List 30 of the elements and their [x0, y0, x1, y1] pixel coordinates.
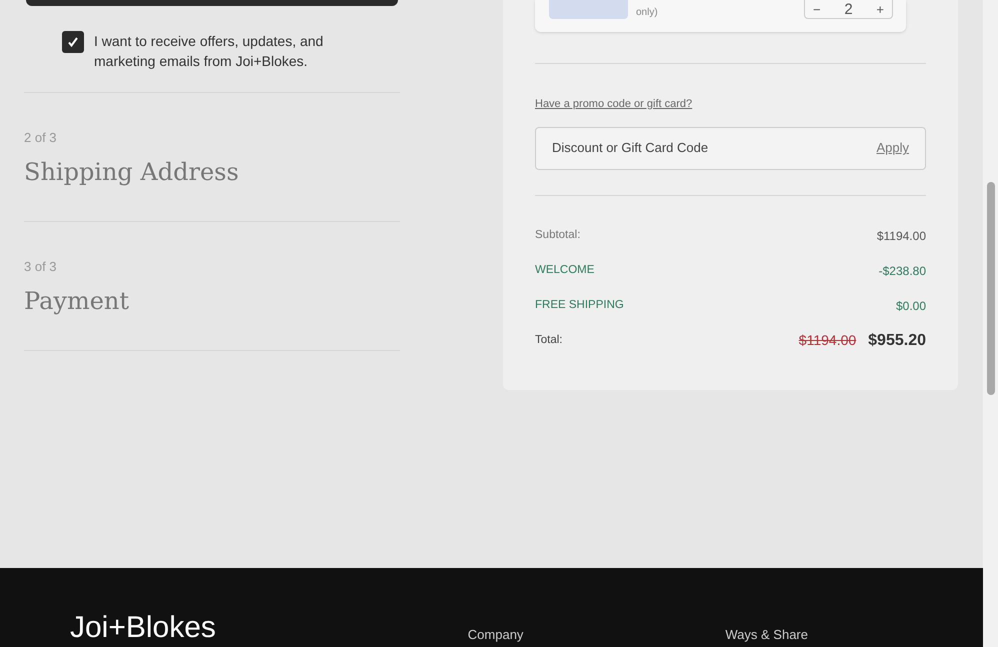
opt-in-label: I want to receive offers, updates, and marketing emails from Joi+Blokes. [94, 32, 324, 71]
summary-value: $1194.00 [876, 228, 926, 244]
scrollbar[interactable] [983, 0, 998, 647]
summary-value: -$238.80 [878, 262, 926, 280]
price-note: only) [636, 7, 658, 19]
original-price: $1194.00 [798, 331, 856, 350]
summary-label: WELCOME [535, 262, 594, 278]
footer-column-heading: Ways & Share [725, 627, 809, 643]
apply-link[interactable]: Apply [876, 138, 909, 158]
footer-column-heading: Company [468, 627, 524, 643]
discount-code-field[interactable]: Discount or Gift Card Code Apply [535, 126, 926, 170]
summary-label: Subtotal: [535, 228, 580, 243]
checkbox[interactable] [62, 31, 84, 53]
increment-button[interactable]: + [876, 2, 884, 18]
summary-label: Total: [535, 332, 562, 348]
step-counter: 2 of 3 [24, 129, 58, 147]
discount-code-input[interactable]: Discount or Gift Card Code [552, 138, 876, 158]
summary-label: FREE SHIPPING [535, 298, 624, 313]
scrollbar-thumb[interactable] [986, 182, 994, 395]
footer-logo[interactable]: Joi+Blokes [70, 611, 468, 645]
step-heading: Payment [24, 286, 130, 316]
summary-value: $0.00 [896, 298, 926, 314]
decrement-button[interactable]: − [813, 2, 821, 18]
quantity-value: 2 [844, 1, 853, 18]
step-counter: 3 of 3 [24, 258, 58, 276]
check-icon [67, 36, 79, 48]
quantity-stepper[interactable]: − 2 + [804, 0, 893, 19]
summary-value: $955.20 [868, 330, 926, 350]
step-heading: Shipping Address [24, 156, 240, 188]
promo-code-link[interactable]: Have a promo code or gift card? [535, 96, 692, 112]
